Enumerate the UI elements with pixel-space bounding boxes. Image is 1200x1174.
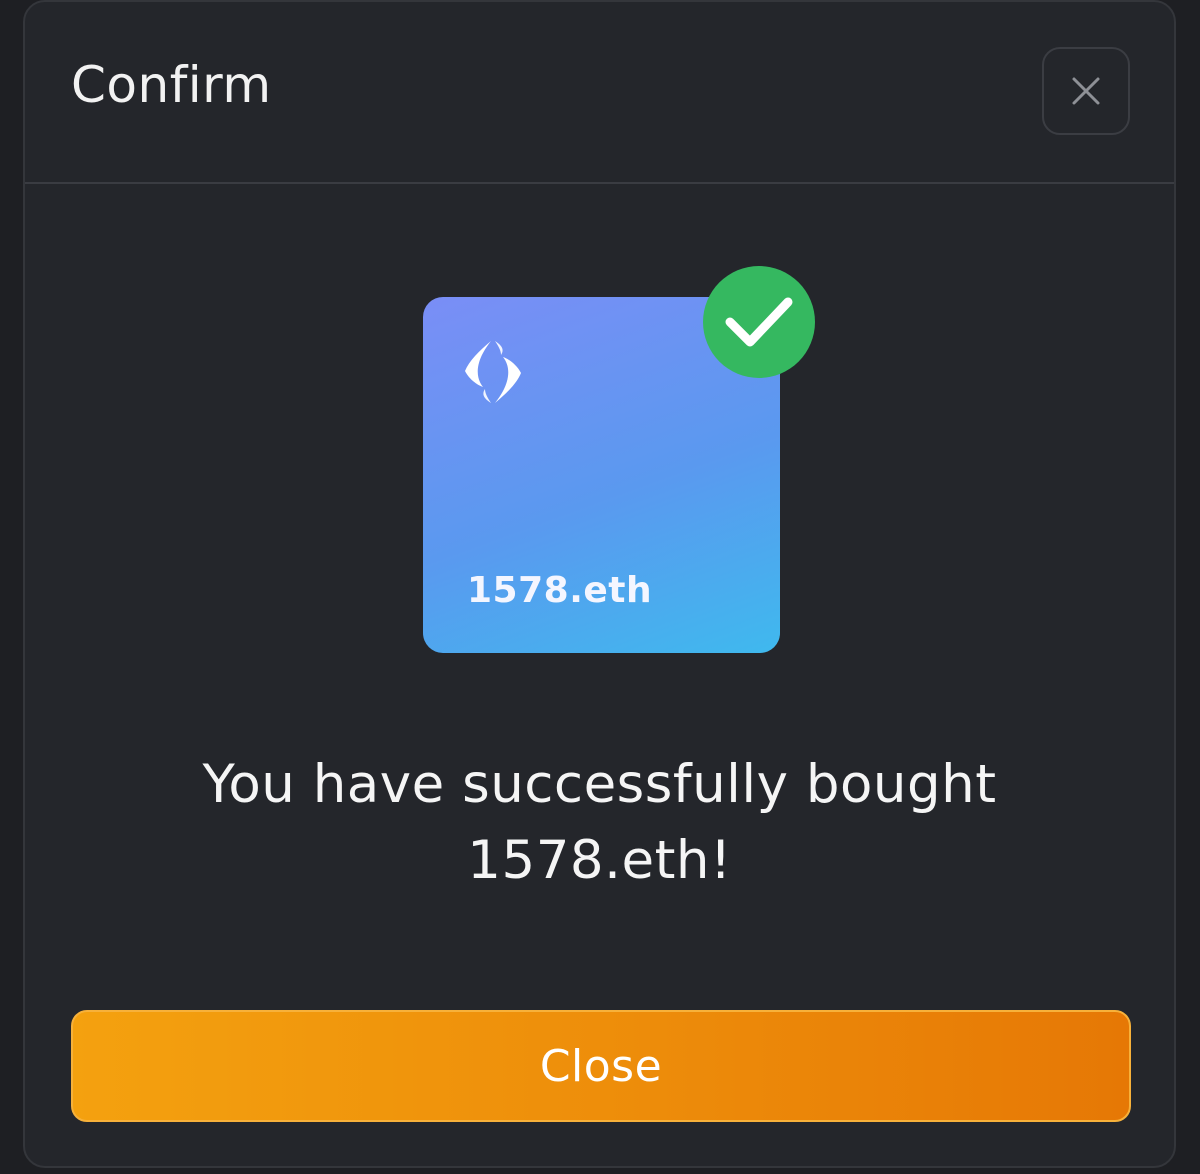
ens-logo-icon [465,341,521,403]
checkmark-icon [725,297,793,347]
close-button[interactable]: Close [71,1010,1131,1122]
confirm-modal: Confirm 1578.eth You have successfully b… [23,0,1176,1168]
nft-name: 1578.eth [467,570,653,611]
success-message-line1: You have successfully bought [202,754,997,815]
success-badge [703,266,815,378]
success-message: You have successfully bought 1578.eth! [125,747,1074,899]
success-message-line2: 1578.eth! [467,830,732,891]
modal-header: Confirm [25,2,1174,184]
nft-preview: 1578.eth [423,266,818,656]
modal-title: Confirm [71,56,272,114]
close-icon [1072,77,1100,105]
close-modal-button[interactable] [1042,47,1130,135]
